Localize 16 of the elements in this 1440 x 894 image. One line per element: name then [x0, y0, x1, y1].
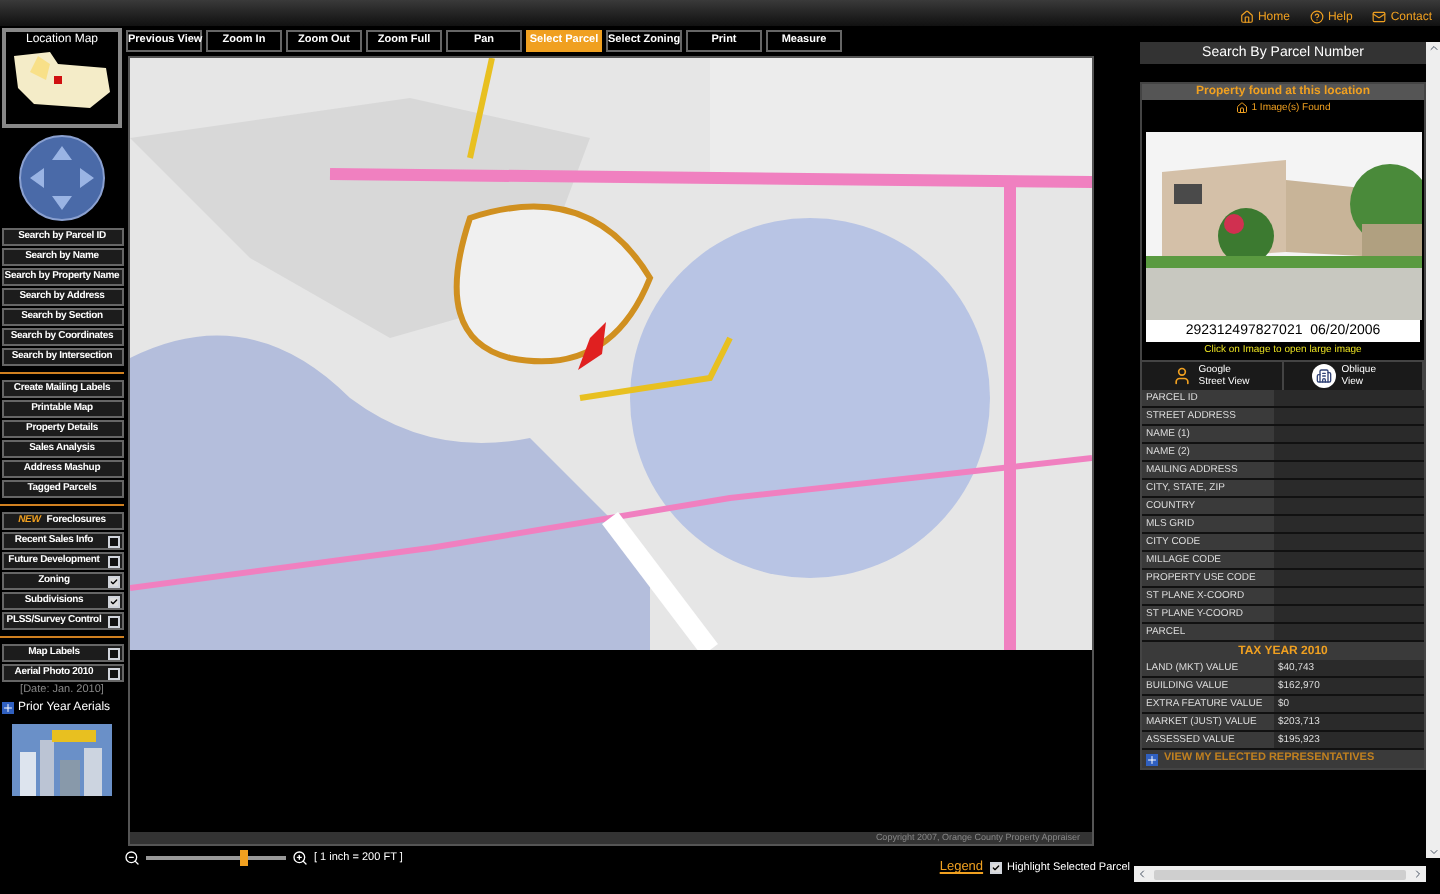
zoom-slider-thumb[interactable] — [240, 850, 248, 866]
help-icon — [1309, 10, 1324, 24]
checkbox[interactable] — [107, 575, 119, 587]
house-icon — [1235, 102, 1248, 114]
zoom-out-icon[interactable] — [124, 850, 140, 866]
horizontal-scrollbar[interactable] — [1134, 866, 1426, 882]
envelope-icon — [1372, 10, 1387, 24]
home-icon — [1239, 10, 1254, 24]
navigation-pad-icon[interactable] — [18, 134, 106, 222]
scrollbar-thumb[interactable] — [1154, 869, 1406, 879]
expand-icon[interactable] — [1146, 753, 1158, 765]
building-icon — [1311, 364, 1336, 388]
zoom-in-icon[interactable] — [292, 850, 308, 866]
expand-icon[interactable] — [2, 702, 14, 714]
person-icon — [1172, 366, 1193, 386]
checkbox[interactable] — [107, 595, 119, 607]
